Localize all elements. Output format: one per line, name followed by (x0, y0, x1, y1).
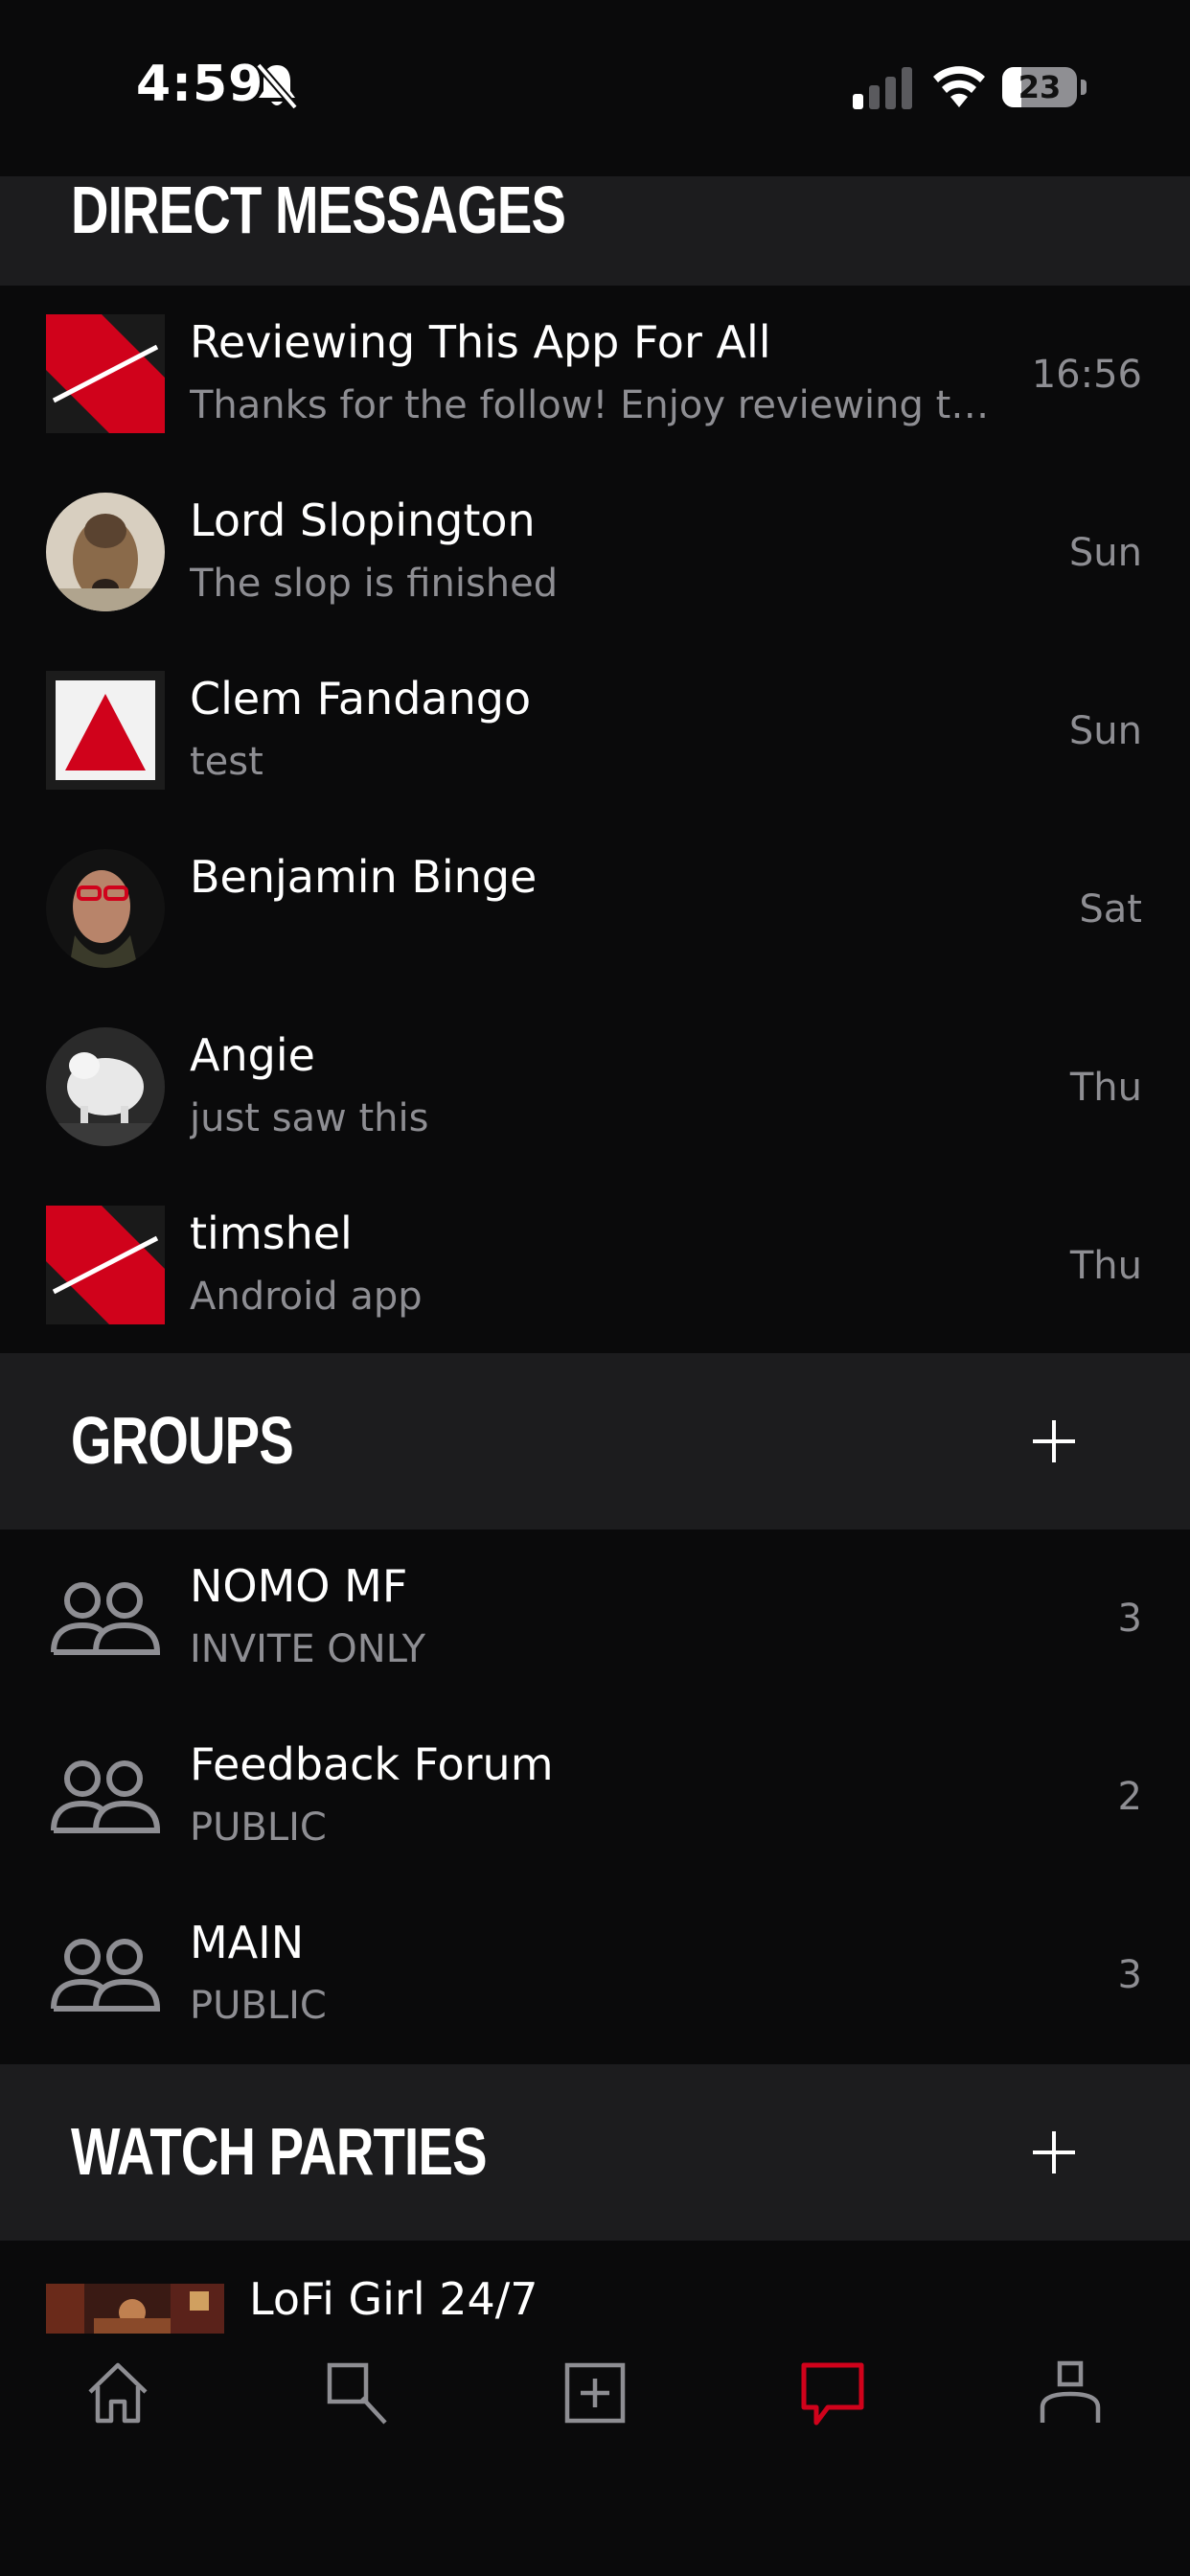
dm-time: 16:56 (1031, 353, 1142, 397)
avatar (46, 493, 165, 611)
group-row[interactable]: Feedback Forum PUBLIC 2 (0, 1708, 1190, 1886)
status-bar: 4:59 23 (0, 0, 1190, 176)
avatar (46, 1027, 165, 1146)
battery-indicator: 23 (1002, 67, 1087, 107)
dm-row[interactable]: Angie just saw this Thu (0, 999, 1190, 1177)
groups-header: GROUPS (0, 1353, 1190, 1530)
group-member-count: 3 (1117, 1953, 1142, 1997)
dm-preview: test (190, 740, 263, 784)
dm-name: timshel (190, 1208, 353, 1259)
group-icon (51, 1939, 161, 2012)
tab-bar (0, 2334, 1190, 2576)
dm-preview: Thanks for the follow! Enjoy reviewing t… (190, 383, 995, 427)
group-row[interactable]: NOMO MF INVITE ONLY 3 (0, 1530, 1190, 1708)
section-title: WATCH PARTIES (71, 2114, 488, 2189)
group-member-count: 2 (1117, 1775, 1142, 1819)
add-watch-party-button[interactable] (1033, 2131, 1075, 2174)
dm-time: Thu (1069, 1066, 1142, 1110)
dm-name: Reviewing This App For All (190, 316, 771, 368)
group-access: INVITE ONLY (190, 1627, 426, 1671)
avatar (46, 671, 165, 790)
avatar (46, 849, 165, 968)
avatar (46, 314, 165, 433)
group-row[interactable]: MAIN PUBLIC 3 (0, 1886, 1190, 2064)
dm-time: Sun (1068, 709, 1142, 753)
add-icon[interactable] (561, 2359, 629, 2426)
group-name: Feedback Forum (190, 1738, 554, 1790)
status-time: 4:59 (136, 56, 264, 113)
dm-name: Lord Slopington (190, 494, 536, 546)
group-icon (51, 1760, 161, 1833)
section-title: GROUPS (71, 1403, 294, 1478)
dm-time: Sat (1079, 887, 1142, 932)
add-group-button[interactable] (1033, 1420, 1075, 1462)
section-title: DIRECT MESSAGES (71, 172, 566, 247)
chat-icon[interactable] (799, 2359, 866, 2426)
group-name: MAIN (190, 1917, 305, 1968)
dm-preview: just saw this (190, 1096, 429, 1140)
direct-messages-header: DIRECT MESSAGES (0, 176, 1190, 286)
battery-level: 23 (1018, 69, 1062, 105)
home-icon[interactable] (84, 2359, 151, 2426)
dm-name: Angie (190, 1029, 315, 1081)
group-access: PUBLIC (190, 1806, 327, 1850)
group-name: NOMO MF (190, 1560, 408, 1612)
watch-party-thumbnail (46, 2284, 224, 2334)
watch-parties-header: WATCH PARTIES (0, 2064, 1190, 2241)
dm-time: Thu (1069, 1244, 1142, 1288)
group-access: PUBLIC (190, 1984, 327, 2028)
watch-party-name: LoFi Girl 24/7 (249, 2273, 538, 2325)
wifi-icon (933, 66, 985, 107)
avatar (46, 1206, 165, 1324)
group-member-count: 3 (1117, 1597, 1142, 1641)
dm-preview: Android app (190, 1275, 423, 1319)
dm-name: Benjamin Binge (190, 851, 538, 903)
dm-preview: The slop is finished (190, 562, 559, 606)
group-icon (51, 1582, 161, 1655)
dm-name: Clem Fandango (190, 673, 532, 724)
signal-icon (853, 67, 912, 109)
dm-row[interactable]: Lord Slopington The slop is finished Sun (0, 464, 1190, 642)
silent-bell-icon (255, 62, 299, 110)
dm-row[interactable]: Benjamin Binge Sat (0, 820, 1190, 999)
profile-icon[interactable] (1037, 2359, 1104, 2426)
dm-row[interactable]: Reviewing This App For All Thanks for th… (0, 286, 1190, 464)
dm-row[interactable]: timshel Android app Thu (0, 1177, 1190, 1355)
dm-row[interactable]: Clem Fandango test Sun (0, 642, 1190, 820)
dm-time: Sun (1068, 531, 1142, 575)
search-icon[interactable] (322, 2359, 389, 2426)
